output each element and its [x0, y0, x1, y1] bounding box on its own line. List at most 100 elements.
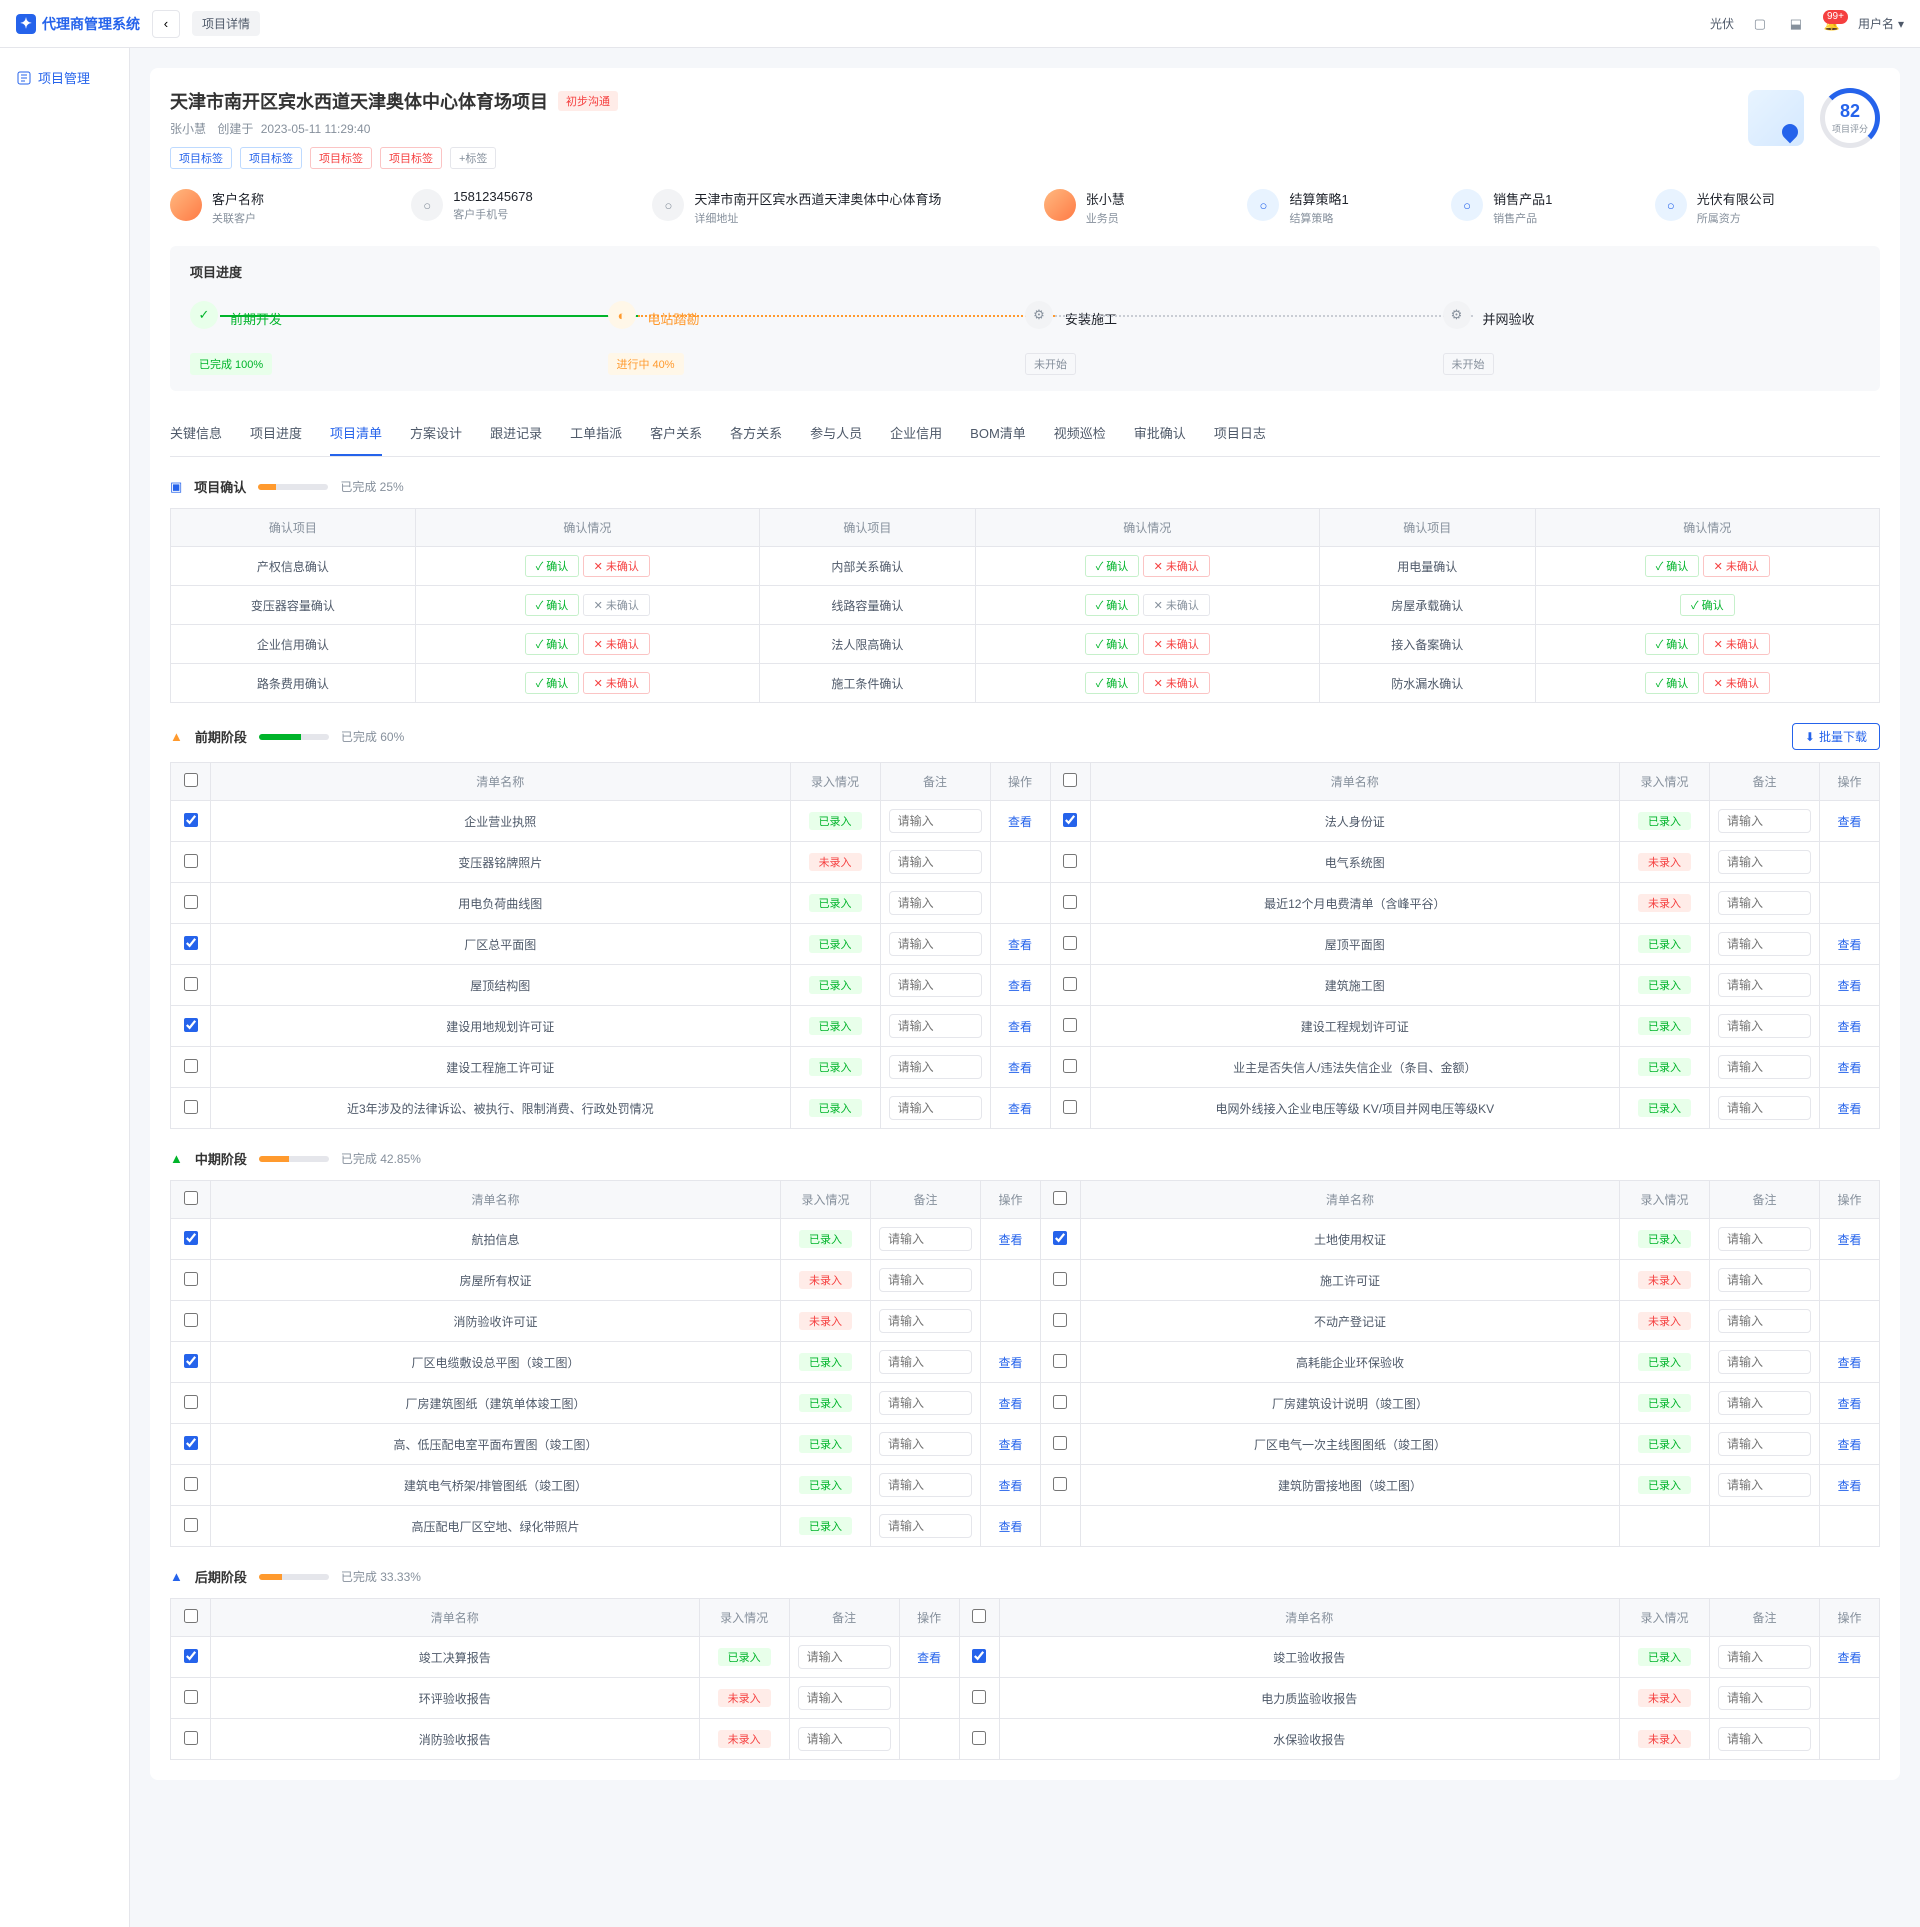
tab-0[interactable]: 关键信息: [170, 411, 222, 456]
note-input[interactable]: [1718, 1096, 1811, 1120]
tab-9[interactable]: 企业信用: [890, 411, 942, 456]
note-input[interactable]: [879, 1473, 972, 1497]
unconfirm-button[interactable]: ✕ 未确认: [583, 555, 650, 577]
note-input[interactable]: [1718, 1268, 1811, 1292]
row-checkbox[interactable]: [184, 1313, 198, 1327]
select-all-checkbox[interactable]: [1063, 773, 1077, 787]
view-link[interactable]: 查看: [998, 1397, 1022, 1411]
confirm-button[interactable]: ✓ 确认: [1680, 594, 1735, 616]
note-input[interactable]: [879, 1268, 972, 1292]
note-input[interactable]: [889, 932, 982, 956]
download-button[interactable]: ⬇批量下载: [1792, 723, 1880, 750]
note-input[interactable]: [879, 1350, 972, 1374]
unconfirm-button[interactable]: ✕ 未确认: [1703, 633, 1770, 655]
tab-3[interactable]: 方案设计: [410, 411, 462, 456]
row-checkbox[interactable]: [1063, 1018, 1077, 1032]
confirm-button[interactable]: ✓ 确认: [525, 555, 580, 577]
row-checkbox[interactable]: [184, 1649, 198, 1663]
view-link[interactable]: 查看: [1837, 1061, 1861, 1075]
tab-5[interactable]: 工单指派: [570, 411, 622, 456]
unconfirm-button[interactable]: ✕ 未确认: [1143, 633, 1210, 655]
view-link[interactable]: 查看: [1837, 1479, 1861, 1493]
note-input[interactable]: [879, 1227, 972, 1251]
row-checkbox[interactable]: [1063, 1100, 1077, 1114]
project-tag[interactable]: 项目标签: [170, 147, 232, 169]
note-input[interactable]: [1718, 932, 1811, 956]
note-input[interactable]: [798, 1727, 891, 1751]
confirm-button[interactable]: ✓ 确认: [1085, 555, 1140, 577]
row-checkbox[interactable]: [184, 936, 198, 950]
note-input[interactable]: [1718, 1350, 1811, 1374]
project-tag[interactable]: 项目标签: [240, 147, 302, 169]
view-link[interactable]: 查看: [1008, 815, 1032, 829]
note-input[interactable]: [1718, 1432, 1811, 1456]
select-all-checkbox[interactable]: [184, 1609, 198, 1623]
note-input[interactable]: [1718, 1473, 1811, 1497]
row-checkbox[interactable]: [972, 1731, 986, 1745]
note-input[interactable]: [1718, 1227, 1811, 1251]
note-input[interactable]: [879, 1391, 972, 1415]
row-checkbox[interactable]: [1053, 1477, 1067, 1491]
view-link[interactable]: 查看: [1008, 1020, 1032, 1034]
view-link[interactable]: 查看: [1008, 979, 1032, 993]
view-link[interactable]: 查看: [1837, 938, 1861, 952]
note-input[interactable]: [1718, 1055, 1811, 1079]
view-link[interactable]: 查看: [998, 1233, 1022, 1247]
view-link[interactable]: 查看: [998, 1356, 1022, 1370]
row-checkbox[interactable]: [1053, 1395, 1067, 1409]
view-link[interactable]: 查看: [1837, 1102, 1861, 1116]
note-input[interactable]: [889, 973, 982, 997]
user-menu[interactable]: 用户名 ▾: [1858, 15, 1904, 32]
tab-2[interactable]: 项目清单: [330, 411, 382, 456]
view-link[interactable]: 查看: [1837, 1356, 1861, 1370]
note-input[interactable]: [1718, 891, 1811, 915]
select-all-checkbox[interactable]: [1053, 1191, 1067, 1205]
row-checkbox[interactable]: [184, 895, 198, 909]
confirm-button[interactable]: ✓ 确认: [1085, 672, 1140, 694]
confirm-button[interactable]: ✓ 确认: [1645, 555, 1700, 577]
row-checkbox[interactable]: [1063, 813, 1077, 827]
map-thumbnail[interactable]: [1748, 90, 1804, 146]
row-checkbox[interactable]: [184, 1354, 198, 1368]
unconfirm-button[interactable]: ✕ 未确认: [1143, 594, 1210, 616]
download-icon[interactable]: ⬓: [1786, 14, 1806, 34]
unconfirm-button[interactable]: ✕ 未确认: [583, 633, 650, 655]
confirm-button[interactable]: ✓ 确认: [1645, 672, 1700, 694]
view-link[interactable]: 查看: [1837, 1651, 1861, 1665]
select-all-checkbox[interactable]: [184, 1191, 198, 1205]
view-link[interactable]: 查看: [1837, 1233, 1861, 1247]
row-checkbox[interactable]: [1053, 1436, 1067, 1450]
note-input[interactable]: [1718, 1645, 1811, 1669]
tab-10[interactable]: BOM清单: [970, 411, 1026, 456]
confirm-button[interactable]: ✓ 确认: [525, 672, 580, 694]
tab-6[interactable]: 客户关系: [650, 411, 702, 456]
note-input[interactable]: [889, 1096, 982, 1120]
row-checkbox[interactable]: [184, 1731, 198, 1745]
note-input[interactable]: [1718, 809, 1811, 833]
row-checkbox[interactable]: [184, 1436, 198, 1450]
tab-7[interactable]: 各方关系: [730, 411, 782, 456]
note-input[interactable]: [1718, 1391, 1811, 1415]
row-checkbox[interactable]: [972, 1690, 986, 1704]
confirm-button[interactable]: ✓ 确认: [525, 633, 580, 655]
confirm-button[interactable]: ✓ 确认: [525, 594, 580, 616]
note-input[interactable]: [1718, 1014, 1811, 1038]
row-checkbox[interactable]: [184, 1231, 198, 1245]
unconfirm-button[interactable]: ✕ 未确认: [1143, 672, 1210, 694]
row-checkbox[interactable]: [1063, 977, 1077, 991]
row-checkbox[interactable]: [1053, 1231, 1067, 1245]
view-link[interactable]: 查看: [1837, 979, 1861, 993]
row-checkbox[interactable]: [1063, 895, 1077, 909]
project-tag[interactable]: 项目标签: [380, 147, 442, 169]
tab-13[interactable]: 项目日志: [1214, 411, 1266, 456]
select-all-checkbox[interactable]: [972, 1609, 986, 1623]
row-checkbox[interactable]: [184, 1100, 198, 1114]
view-link[interactable]: 查看: [1837, 815, 1861, 829]
project-tag[interactable]: 项目标签: [310, 147, 372, 169]
select-all-checkbox[interactable]: [184, 773, 198, 787]
row-checkbox[interactable]: [1053, 1313, 1067, 1327]
row-checkbox[interactable]: [1053, 1272, 1067, 1286]
note-input[interactable]: [889, 1014, 982, 1038]
view-link[interactable]: 查看: [998, 1520, 1022, 1534]
row-checkbox[interactable]: [184, 1272, 198, 1286]
